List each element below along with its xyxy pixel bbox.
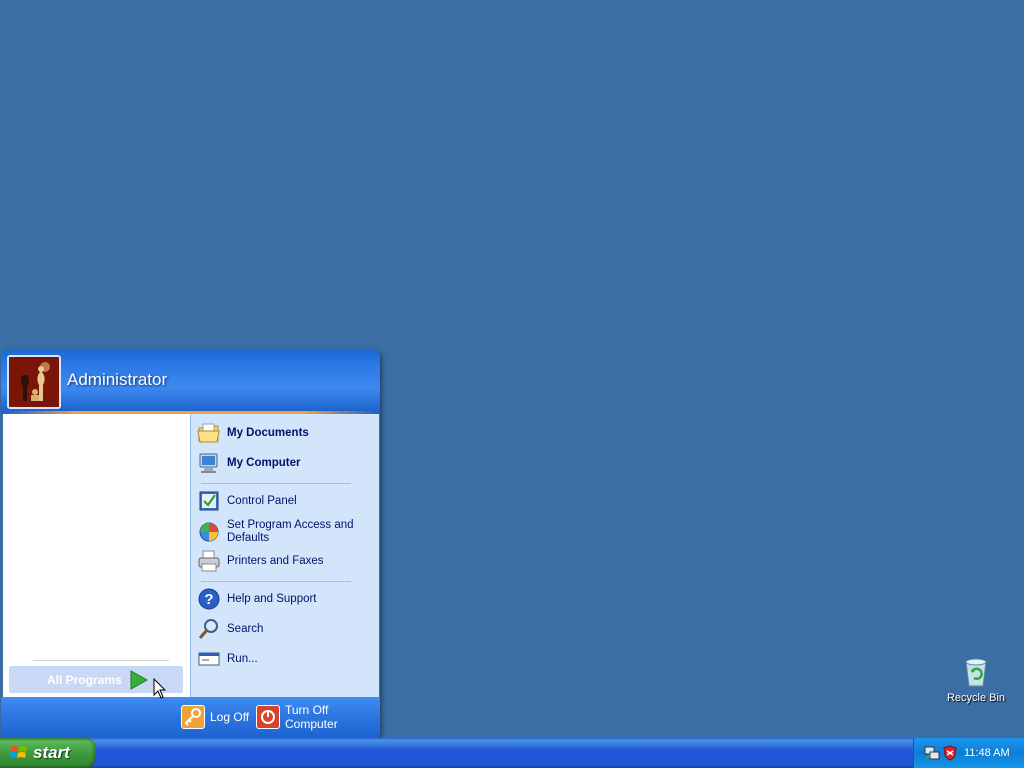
all-programs-divider [33, 660, 169, 661]
run-icon [197, 647, 221, 671]
recycle-bin-label: Recycle Bin [946, 692, 1006, 704]
menu-item-label: Help and Support [227, 592, 317, 605]
recycle-bin-icon [960, 656, 992, 688]
menu-item-run[interactable]: Run... [197, 646, 375, 672]
my-documents-icon [197, 421, 221, 445]
start-button[interactable]: start [0, 738, 96, 768]
menu-item-label: Search [227, 622, 264, 635]
help-icon: ? [197, 587, 221, 611]
search-icon [197, 617, 221, 641]
menu-item-help-support[interactable]: ? Help and Support [197, 586, 375, 612]
menu-separator [201, 581, 351, 582]
taskbar: start 11:48 AM [0, 738, 1024, 768]
menu-item-set-program-access[interactable]: Set Program Access and Defaults [197, 518, 375, 546]
printer-icon [197, 549, 221, 573]
power-icon [256, 705, 280, 729]
start-label: start [33, 743, 70, 762]
start-menu-footer: Log Off Turn Off Computer [1, 697, 380, 738]
menu-item-label: My Documents [227, 426, 309, 439]
log-off-button[interactable]: Log Off [181, 705, 249, 729]
windows-logo-icon [9, 745, 28, 766]
pinned-programs-panel: All Programs [3, 414, 190, 697]
menu-item-label: Set Program Access and Defaults [227, 519, 354, 544]
control-panel-icon [197, 489, 221, 513]
menu-item-printers-faxes[interactable]: Printers and Faxes [197, 548, 375, 574]
key-icon [181, 705, 205, 729]
network-icon[interactable] [924, 745, 940, 766]
my-computer-icon [197, 451, 221, 475]
menu-separator [201, 483, 351, 484]
menu-item-label: Run... [227, 652, 258, 665]
green-arrow-icon [129, 669, 149, 696]
start-menu-header: Administrator [1, 349, 380, 413]
start-menu: Administrator All Programs My Documents [1, 349, 380, 738]
system-tray: 11:48 AM [913, 738, 1024, 768]
places-panel: My Documents My Computer Control Panel S… [190, 414, 379, 697]
menu-item-search[interactable]: Search [197, 616, 375, 642]
recycle-bin[interactable]: Recycle Bin [940, 656, 1012, 704]
user-name: Administrator [67, 370, 168, 389]
turn-off-label: Turn Off Computer [285, 703, 338, 731]
security-shield-icon[interactable] [942, 745, 958, 766]
clock[interactable]: 11:48 AM [964, 747, 1010, 759]
menu-item-label: Control Panel [227, 494, 297, 507]
user-avatar-icon[interactable] [7, 355, 61, 409]
program-access-icon [197, 520, 221, 544]
menu-item-label: Printers and Faxes [227, 554, 324, 567]
all-programs-label: All Programs [47, 673, 122, 687]
menu-item-my-computer[interactable]: My Computer [197, 450, 375, 476]
turn-off-computer-button[interactable]: Turn Off Computer [256, 703, 380, 731]
mouse-cursor-icon [153, 677, 167, 705]
menu-item-control-panel[interactable]: Control Panel [197, 488, 375, 514]
menu-item-label: My Computer [227, 456, 301, 469]
menu-item-my-documents[interactable]: My Documents [197, 420, 375, 446]
svg-text:?: ? [204, 591, 213, 608]
log-off-label: Log Off [210, 710, 250, 724]
